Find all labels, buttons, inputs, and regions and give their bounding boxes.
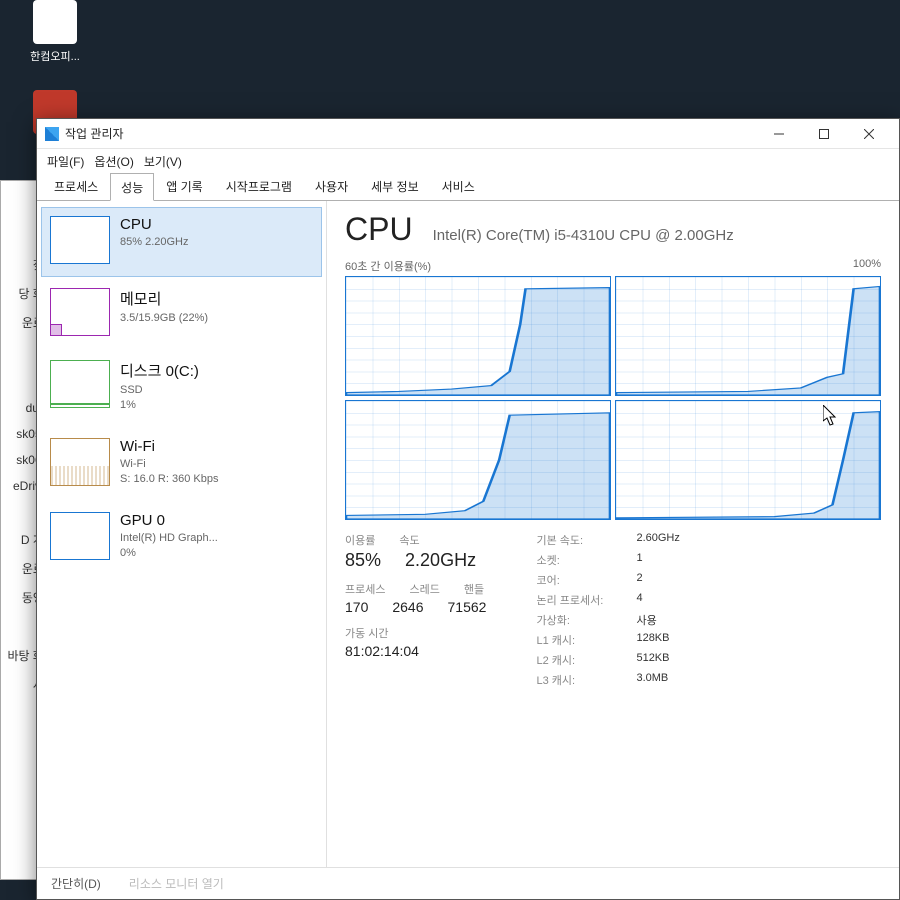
sidebar-item-cpu[interactable]: CPU 85% 2.20GHz (41, 207, 322, 277)
sidebar-item-memory[interactable]: 메모리 3.5/15.9GB (22%) (41, 279, 322, 349)
sidebar-item-disk[interactable]: 디스크 0(C:) SSD 1% (41, 351, 322, 427)
spec-label: L1 캐시: (536, 632, 636, 648)
sidebar-sub: S: 16.0 R: 360 Kbps (120, 472, 313, 487)
spec-value: 512KB (636, 652, 669, 668)
gpu-mini-chart (50, 512, 110, 560)
stat-label: 핸들 (464, 581, 484, 597)
spec-value: 1 (636, 552, 642, 568)
spec-value: 3.0MB (636, 672, 668, 688)
tab-services[interactable]: 서비스 (431, 172, 486, 200)
sidebar-sub: 3.5/15.9GB (22%) (120, 311, 313, 326)
spec-label: 가상화: (536, 612, 636, 628)
perf-sidebar: CPU 85% 2.20GHz 메모리 3.5/15.9GB (22%) 디스크… (37, 201, 327, 867)
spec-label: 기본 속도: (536, 532, 636, 548)
stat-label: 스레드 (409, 581, 439, 597)
main-heading: CPU (345, 211, 413, 248)
spec-label: L2 캐시: (536, 652, 636, 668)
spec-label: 논리 프로세서: (536, 592, 636, 608)
footer: 간단히(D) 리소스 모니터 열기 (37, 867, 899, 899)
stat-label: 속도 (399, 532, 419, 548)
tab-processes[interactable]: 프로세스 (43, 172, 109, 200)
sidebar-sub: 0% (120, 546, 313, 561)
menu-view[interactable]: 보기(V) (144, 153, 182, 170)
maximize-button[interactable] (801, 120, 846, 148)
sidebar-title: 메모리 (120, 288, 313, 309)
perf-main: CPU Intel(R) Core(TM) i5-4310U CPU @ 2.0… (327, 201, 899, 867)
cpu-graph-1 (615, 276, 881, 396)
menu-options[interactable]: 옵션(O) (94, 153, 133, 170)
spec-value: 128KB (636, 632, 669, 648)
task-manager-window: 작업 관리자 파일(F) 옵션(O) 보기(V) 프로세스 성능 앱 기록 시작… (36, 118, 900, 900)
tab-users[interactable]: 사용자 (304, 172, 359, 200)
tab-apphistory[interactable]: 앱 기록 (155, 172, 213, 200)
tabs: 프로세스 성능 앱 기록 시작프로그램 사용자 세부 정보 서비스 (37, 173, 899, 201)
stat-value-procs: 170 (345, 599, 368, 615)
close-button[interactable] (846, 120, 891, 148)
sidebar-title: CPU (120, 216, 313, 233)
tab-startup[interactable]: 시작프로그램 (215, 172, 303, 200)
stat-label: 프로세스 (345, 581, 385, 597)
sidebar-sub: Intel(R) HD Graph... (120, 531, 313, 546)
stat-value-threads: 2646 (392, 599, 423, 615)
icon-label: 한컴오피... (30, 51, 80, 63)
cpu-graph-grid[interactable] (345, 276, 881, 520)
sidebar-title: Wi-Fi (120, 438, 313, 455)
spec-label: 코어: (536, 572, 636, 588)
sidebar-sub: Wi-Fi (120, 457, 313, 472)
stat-value-speed: 2.20GHz (405, 550, 476, 571)
cpu-graph-0 (345, 276, 611, 396)
window-title: 작업 관리자 (65, 125, 124, 142)
spec-value: 2.60GHz (636, 532, 679, 548)
taskmgr-icon (45, 127, 59, 141)
graph-label-left: 60초 간 이용률(%) (345, 258, 431, 274)
menubar: 파일(F) 옵션(O) 보기(V) (37, 149, 899, 173)
stat-label: 이용률 (345, 532, 375, 548)
wifi-mini-chart (50, 438, 110, 486)
cpu-graph-3 (615, 400, 881, 520)
spec-value: 4 (636, 592, 642, 608)
sidebar-item-gpu[interactable]: GPU 0 Intel(R) HD Graph... 0% (41, 503, 322, 575)
tab-performance[interactable]: 성능 (110, 173, 154, 201)
sidebar-item-wifi[interactable]: Wi-Fi Wi-Fi S: 16.0 R: 360 Kbps (41, 429, 322, 501)
menu-file[interactable]: 파일(F) (47, 153, 84, 170)
spec-value: 사용 (636, 612, 656, 628)
memory-mini-chart (50, 288, 110, 336)
stat-label: 가동 시간 (345, 625, 389, 641)
sidebar-title: 디스크 0(C:) (120, 360, 313, 381)
spec-label: L3 캐시: (536, 672, 636, 688)
titlebar[interactable]: 작업 관리자 (37, 119, 899, 149)
minimize-button[interactable] (756, 120, 801, 148)
graph-label-right: 100% (853, 258, 881, 274)
disk-mini-chart (50, 360, 110, 408)
tab-details[interactable]: 세부 정보 (360, 172, 430, 200)
stat-value-uptime: 81:02:14:04 (345, 643, 419, 659)
sidebar-title: GPU 0 (120, 512, 313, 529)
cpu-mini-chart (50, 216, 110, 264)
stat-value-handles: 71562 (448, 599, 487, 615)
spec-value: 2 (636, 572, 642, 588)
sidebar-sub: 1% (120, 398, 313, 413)
cpu-model: Intel(R) Core(TM) i5-4310U CPU @ 2.00GHz (433, 227, 734, 244)
desktop-icon[interactable]: 한컴오피... (20, 0, 90, 64)
sidebar-sub: SSD (120, 383, 313, 398)
stat-value-util: 85% (345, 550, 381, 571)
cpu-graph-2 (345, 400, 611, 520)
app-icon (33, 0, 77, 44)
resource-monitor-link[interactable]: 리소스 모니터 열기 (129, 875, 224, 892)
sidebar-sub: 85% 2.20GHz (120, 235, 313, 250)
fewer-details-button[interactable]: 간단히(D) (51, 875, 101, 892)
spec-label: 소켓: (536, 552, 636, 568)
